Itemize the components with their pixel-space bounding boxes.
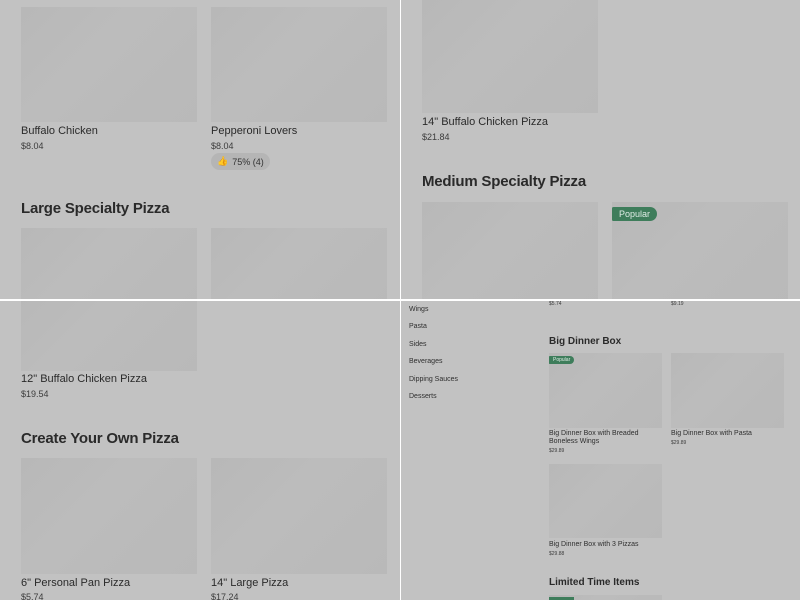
menu-item-price: $29.88	[549, 551, 565, 557]
menu-item-price: $19.54	[21, 389, 49, 399]
sidebar-item-beverages[interactable]: Beverages	[409, 358, 442, 365]
quadrant-top-left: Buffalo Chicken $8.04 Pepperoni Lovers $…	[0, 0, 400, 299]
quadrant-bottom-right: $5.74 $9.19 Wings Pasta Sides Beverages …	[401, 301, 800, 600]
menu-item-image[interactable]	[211, 458, 387, 574]
menu-item-name[interactable]: Big Dinner Box with 3 Pizzas	[549, 541, 638, 549]
menu-item-price: $17.24	[211, 592, 239, 600]
quadrant-divider	[0, 299, 800, 301]
menu-item-price: $5.74	[549, 301, 562, 307]
menu-item-name[interactable]: Big Dinner Box with Breaded Boneless Win…	[549, 430, 659, 446]
menu-item-image[interactable]	[21, 7, 197, 122]
menu-item-name[interactable]: 14" Large Pizza	[211, 577, 288, 589]
thumbs-up-icon: 👍	[217, 156, 229, 166]
sidebar-item-dipping-sauces[interactable]: Dipping Sauces	[409, 376, 458, 383]
menu-item-image[interactable]	[211, 228, 387, 299]
menu-item-price: $29.89	[549, 448, 565, 454]
popular-badge: Popular	[612, 207, 658, 221]
sidebar-item-desserts[interactable]: Desserts	[409, 393, 437, 400]
menu-item-name[interactable]: Buffalo Chicken	[21, 125, 98, 137]
section-title: Create Your Own Pizza	[21, 430, 179, 447]
menu-item-price: $21.84	[422, 132, 450, 142]
section-title: Large Specialty Pizza	[21, 200, 170, 217]
menu-item-name[interactable]: Pepperoni Lovers	[211, 125, 297, 137]
rating-badge: 👍 75% (4)	[211, 153, 270, 170]
rating-text: 75% (4)	[232, 156, 264, 167]
menu-item-name[interactable]: Big Dinner Box with Pasta	[671, 430, 752, 438]
menu-item-price: $8.04	[211, 141, 234, 151]
menu-item-price: $9.19	[671, 301, 684, 307]
menu-item-image[interactable]	[21, 228, 197, 299]
section-title: Limited Time Items	[549, 577, 640, 588]
menu-item-image[interactable]	[671, 353, 784, 428]
quadrant-bottom-left: 12" Buffalo Chicken Pizza $19.54 Create …	[0, 301, 400, 600]
menu-item-image[interactable]	[21, 458, 197, 574]
menu-item-price: $5.74	[21, 592, 44, 600]
section-title: Big Dinner Box	[549, 336, 622, 347]
sidebar-item-wings[interactable]: Wings	[409, 306, 428, 313]
menu-item-image[interactable]	[549, 353, 662, 428]
menu-item-image[interactable]	[422, 0, 598, 113]
menu-item-image[interactable]	[21, 301, 197, 371]
menu-item-price: $8.04	[21, 141, 44, 151]
menu-item-price: $29.89	[671, 440, 687, 446]
menu-item-name[interactable]: 12" Buffalo Chicken Pizza	[21, 373, 147, 385]
menu-item-name[interactable]: 14" Buffalo Chicken Pizza	[422, 116, 548, 128]
sidebar-item-sides[interactable]: Sides	[409, 341, 427, 348]
popular-badge: Popular	[549, 356, 575, 364]
menu-item-image[interactable]	[549, 464, 662, 538]
menu-item-image[interactable]	[422, 202, 598, 299]
sidebar-item-pasta[interactable]: Pasta	[409, 323, 427, 330]
menu-item-name[interactable]: 6" Personal Pan Pizza	[21, 577, 130, 589]
quadrant-top-right: 14" Buffalo Chicken Pizza $21.84 Medium …	[401, 0, 800, 299]
menu-item-image[interactable]	[211, 7, 387, 122]
section-title: Medium Specialty Pizza	[422, 173, 586, 190]
